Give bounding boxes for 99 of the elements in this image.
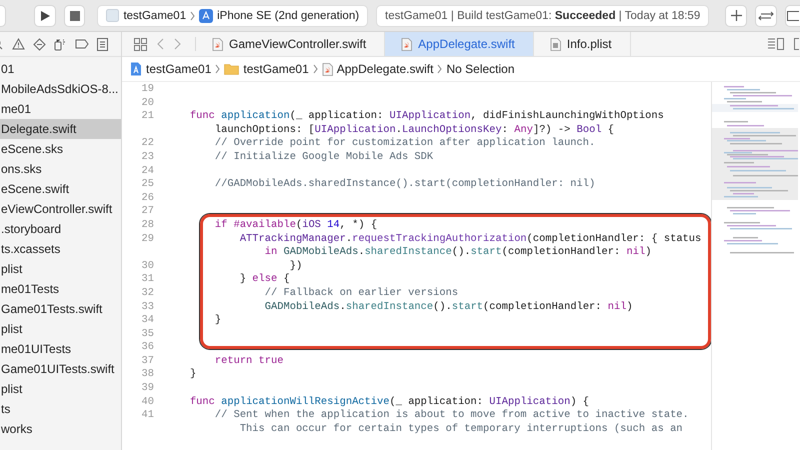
swift-file-icon [401, 38, 412, 50]
breadcrumb-item[interactable]: AppDelegate.swift [336, 62, 434, 76]
swift-file-icon [322, 62, 333, 76]
swap-arrows-icon [758, 10, 774, 22]
stop-icon [70, 10, 80, 20]
code-line: GADMobileAds.sharedInstance().start(completionHandler: nil) [264, 300, 633, 314]
code-line: // Override point for customization after application launch. [214, 137, 596, 151]
file-tree-item[interactable]: Delegate.swift [0, 119, 121, 139]
code-line: ATTrackingManager.requestTrackingAuthorization(completionHandler: { status [238, 232, 702, 246]
line-number: 36 [140, 341, 154, 355]
code-line: This can occur for certain types of temporary interruptions (such as an [238, 422, 683, 436]
file-tree-item[interactable]: ts [0, 399, 121, 419]
code-line: func applicationWillResignActive(_ application: UIApplication) { [188, 396, 590, 410]
report-icon[interactable] [97, 38, 108, 50]
line-number: 41 [140, 409, 154, 423]
line-number: 32 [140, 286, 154, 300]
diamond-icon[interactable] [33, 38, 46, 50]
line-number: 40 [140, 396, 154, 410]
chevron-icon [215, 64, 220, 74]
folder-icon [224, 63, 240, 75]
line-number: 28 [140, 218, 154, 233]
file-tree-item[interactable]: ons.sks [0, 159, 121, 179]
review-button[interactable] [755, 4, 778, 26]
file-tree-item[interactable]: works [0, 419, 121, 439]
code-line: func application(_ application: UIApplication, didFinishLaunchingWithOptions [188, 110, 664, 124]
line-number: 29 [140, 232, 154, 246]
breadcrumb-item[interactable]: testGame01 [146, 62, 212, 76]
add-button[interactable] [725, 4, 748, 26]
device-icon [199, 8, 214, 22]
file-tree-item[interactable]: eScene.swift [0, 179, 121, 199]
scheme-device[interactable]: iPhone SE (2nd generation) [217, 10, 360, 22]
code-line: } [214, 314, 222, 328]
code-line: } else { [238, 273, 290, 287]
file-tree-item[interactable]: ts.xcassets [0, 239, 121, 259]
file-icon [550, 38, 561, 50]
line-number: 30 [140, 260, 154, 274]
app-icon [130, 62, 142, 76]
play-icon [38, 10, 51, 22]
line-number: 22 [140, 137, 154, 151]
line-number: 33 [140, 300, 154, 314]
line-number: 31 [140, 273, 154, 287]
code-line: // Fallback on earlier versions [264, 286, 458, 300]
code-line: } [188, 368, 196, 382]
file-tree-item[interactable]: me01Tests [0, 279, 121, 299]
file-tree-item[interactable]: Game01UITests.swift [0, 359, 121, 379]
code-line: //GADMobileAds.sharedInstance().start(completionHandler: nil) [214, 178, 596, 192]
code-line: }) [289, 260, 302, 274]
chevron-icon [312, 64, 318, 74]
line-number: 38 [140, 368, 154, 382]
swift-file-icon [212, 38, 223, 50]
stop-button[interactable] [64, 4, 86, 26]
run-button[interactable] [34, 4, 56, 26]
editor-tab[interactable]: Info.plist [534, 32, 631, 56]
warning-icon[interactable] [12, 38, 25, 50]
line-number: 20 [140, 96, 154, 110]
code-line: launchOptions: [UIApplication.LaunchOptionsKey: Any]?) -> Bool { [214, 124, 614, 138]
line-number: 23 [140, 150, 154, 165]
panel-button[interactable] [785, 4, 800, 26]
editor-tab[interactable]: AppDelegate.swift [385, 32, 534, 56]
file-tree-item[interactable]: plist [0, 319, 121, 339]
file-tree-item[interactable]: me01UITests [0, 339, 121, 359]
file-tree-item[interactable]: me01 [0, 99, 121, 119]
line-number: 21 [140, 110, 154, 124]
chevron-icon [437, 64, 442, 74]
file-tree-item[interactable]: plist [0, 259, 121, 279]
list-icon[interactable] [768, 38, 784, 50]
file-tree-item[interactable]: .storyboard [0, 219, 121, 239]
file-tree-item[interactable]: eViewController.swift [0, 199, 121, 219]
file-tree-item[interactable]: 01 [0, 59, 121, 79]
file-tree-item[interactable]: plist [0, 379, 121, 399]
line-number: 35 [140, 328, 154, 342]
line-number: 26 [140, 192, 154, 206]
file-tree-item[interactable]: MobileAdsSdkiOS-8... [0, 79, 121, 99]
breadcrumb-item[interactable]: No Selection [446, 62, 515, 76]
chevron-icon [190, 10, 196, 20]
app-icon [106, 9, 120, 22]
line-number: 39 [140, 382, 154, 396]
plus-icon [730, 10, 742, 21]
breadcrumb-item[interactable]: testGame01 [243, 62, 309, 76]
tag-icon[interactable] [75, 39, 89, 49]
scheme-target[interactable]: testGame01 [123, 10, 186, 22]
panel-icon[interactable] [794, 38, 800, 50]
line-number: 24 [140, 164, 154, 178]
file-tree-item[interactable]: eScene.sks [0, 139, 121, 159]
code-line: in GADMobileAds.sharedInstance().start(completionHandler: nil) [264, 246, 652, 260]
line-number: 34 [140, 314, 154, 328]
build-status: testGame01 | Build testGame01: Succeeded | Today at 18:59 [385, 10, 700, 22]
code-line: if #available(iOS 14, *) { [214, 218, 378, 233]
line-number: 37 [140, 354, 154, 368]
code-line: return true [214, 354, 284, 368]
code-line: // Sent when the application is about to move from active to inactive state. [214, 409, 689, 423]
line-number: 25 [140, 178, 154, 192]
spray-icon[interactable] [54, 38, 67, 50]
line-number: 27 [140, 205, 154, 219]
panel-icon [787, 10, 800, 20]
file-tree-item[interactable]: Game01Tests.swift [0, 299, 121, 319]
line-number: 19 [140, 83, 154, 97]
code-line: // Initialize Google Mobile Ads SDK [214, 150, 434, 165]
grid-icon[interactable] [134, 38, 147, 50]
